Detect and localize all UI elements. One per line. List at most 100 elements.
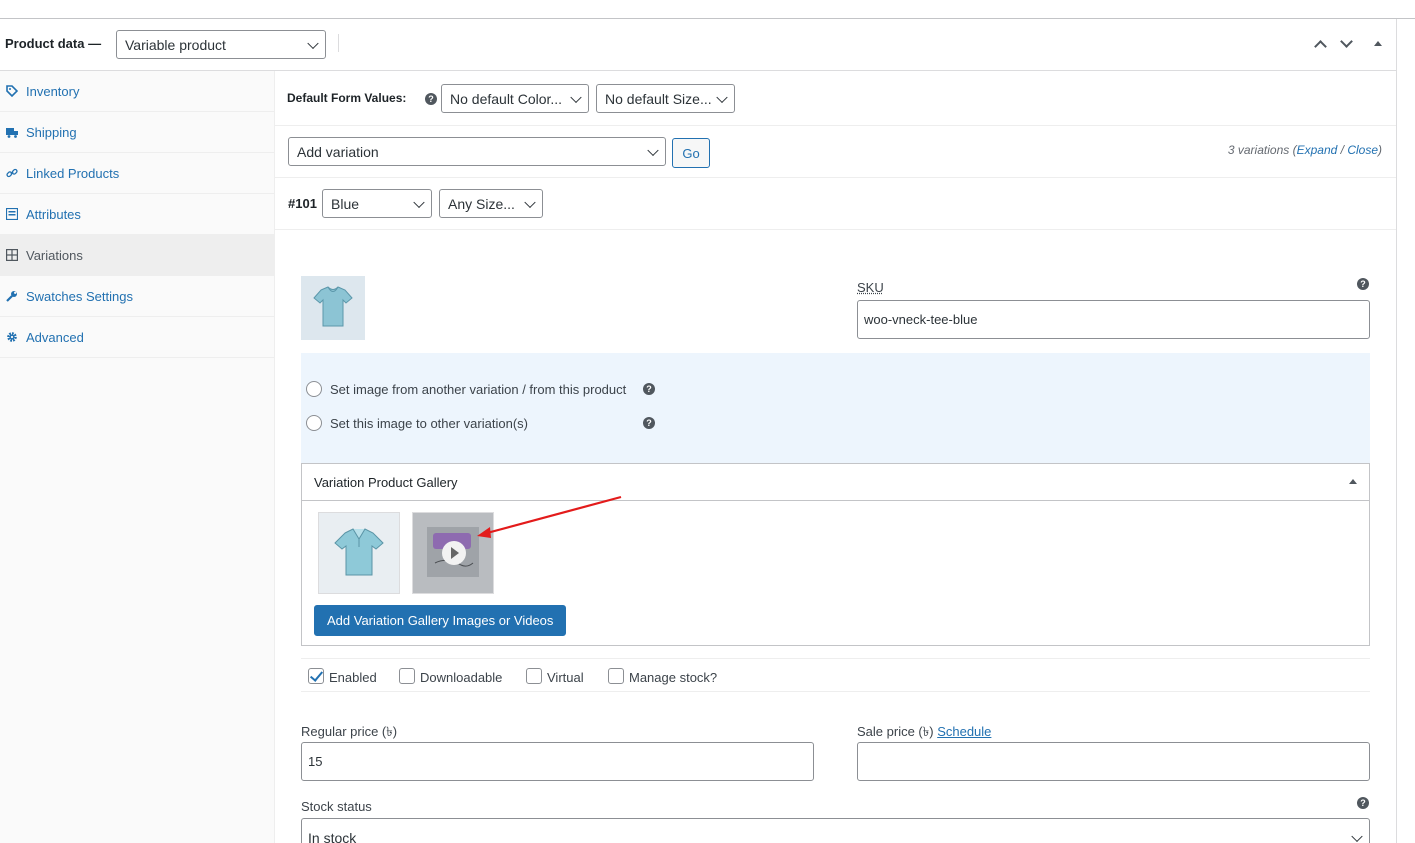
manage-stock-checkbox[interactable] (608, 668, 624, 684)
sale-price-label-wrap: Sale price (৳) Schedule (857, 723, 991, 744)
stock-status-label: Stock status (301, 799, 372, 814)
tab-label: Advanced (26, 329, 84, 345)
gallery-header[interactable]: Variation Product Gallery (302, 464, 1369, 501)
close-link[interactable]: Close (1347, 143, 1378, 157)
grid-icon (6, 249, 19, 262)
set-image-from-variation-label: Set image from another variation / from … (330, 382, 627, 397)
wrench-icon (6, 290, 18, 302)
sale-price-label: Sale price (৳) (857, 724, 934, 739)
gallery-title: Variation Product Gallery (314, 475, 458, 490)
variation-size-value: Any Size... (448, 195, 515, 212)
stock-status-select[interactable]: In stock (301, 818, 1370, 843)
set-image-to-other-radio[interactable] (306, 415, 322, 431)
default-color-select[interactable]: No default Color... (441, 84, 589, 113)
product-type-select[interactable]: Variable product (116, 30, 326, 59)
enabled-checkbox[interactable] (308, 668, 324, 684)
help-icon[interactable]: ? (643, 383, 655, 395)
help-icon[interactable]: ? (643, 417, 655, 429)
sale-price-input[interactable] (857, 742, 1370, 781)
tab-inventory[interactable]: Inventory (0, 71, 274, 112)
variation-action-select[interactable]: Add variation (288, 137, 666, 166)
default-size-select[interactable]: No default Size... (596, 84, 735, 113)
tab-advanced[interactable]: Advanced (0, 317, 274, 358)
regular-price-label: Regular price (৳) (301, 724, 398, 739)
set-image-from-variation-radio[interactable] (306, 381, 322, 397)
variation-gallery: Variation Product Gallery Add Variation … (301, 463, 1370, 646)
virtual-checkbox[interactable] (526, 668, 542, 684)
chevron-down-icon (524, 196, 536, 208)
sku-input[interactable]: woo-vneck-tee-blue (857, 300, 1370, 339)
default-color-value: No default Color... (450, 90, 563, 107)
tab-variations[interactable]: Variations (0, 235, 274, 276)
default-form-values-row: Default Form Values: ? No default Color.… (275, 71, 1396, 126)
variation-image-thumbnail[interactable] (301, 276, 365, 340)
help-icon[interactable]: ? (1357, 797, 1369, 809)
panel-title: Product data — (5, 36, 102, 51)
product-data-tabs: Inventory Shipping Linked Products Attri… (0, 71, 275, 843)
variation-color-select[interactable]: Blue (322, 189, 432, 218)
video-image (427, 527, 479, 577)
help-icon[interactable]: ? (425, 93, 437, 105)
downloadable-label: Downloadable (420, 670, 503, 685)
variation-actions-row: Add variation Go 3 variations (Expand / … (275, 126, 1396, 178)
chevron-down-icon (570, 91, 582, 103)
tab-label: Variations (26, 247, 83, 263)
tab-label: Swatches Settings (26, 288, 133, 304)
help-icon[interactable]: ? (1357, 278, 1369, 290)
tab-swatches-settings[interactable]: Swatches Settings (0, 276, 274, 317)
tab-shipping[interactable]: Shipping (0, 112, 274, 153)
variation-count-text: 3 variations (1227, 143, 1290, 157)
gear-icon (6, 331, 18, 343)
chevron-down-icon (413, 196, 425, 208)
image-options-box: Set image from another variation / from … (301, 353, 1370, 463)
sku-label: SKU (857, 280, 884, 295)
set-image-to-other-label: Set this image to other variation(s) (330, 416, 528, 431)
downloadable-checkbox[interactable] (399, 668, 415, 684)
variations-panel: Default Form Values: ? No default Color.… (275, 71, 1396, 843)
variation-action-value: Add variation (297, 143, 379, 160)
sku-value: woo-vneck-tee-blue (864, 312, 978, 327)
tab-label: Attributes (26, 206, 81, 222)
product-type-value: Variable product (125, 36, 226, 53)
manage-stock-label: Manage stock? (629, 670, 718, 685)
gallery-image-tshirt[interactable] (318, 512, 400, 594)
move-up-icon[interactable] (1313, 37, 1327, 51)
tab-linked-products[interactable]: Linked Products (0, 153, 274, 194)
list-icon (5, 207, 19, 221)
variation-count: 3 variations (Expand / Close) (1227, 143, 1382, 157)
variation-id: #101 (288, 196, 317, 211)
panel-header: Product data — Variable product (0, 19, 1396, 71)
tab-attributes[interactable]: Attributes (0, 194, 274, 235)
collapse-gallery-icon[interactable] (1349, 479, 1357, 484)
default-form-values-label: Default Form Values: (287, 91, 407, 105)
variation-options-row: Enabled Downloadable Virtual Manage stoc… (301, 658, 1370, 692)
collapse-panel-icon[interactable] (1371, 37, 1385, 51)
truck-icon (6, 126, 18, 138)
add-gallery-images-button[interactable]: Add Variation Gallery Images or Videos (314, 605, 567, 636)
tag-icon (6, 85, 19, 98)
tab-label: Linked Products (26, 165, 120, 181)
stock-status-value: In stock (308, 829, 357, 843)
chevron-down-icon (647, 144, 659, 156)
schedule-link[interactable]: Schedule (937, 724, 991, 739)
regular-price-input[interactable]: 15 (301, 742, 814, 781)
gallery-video-thumbnail[interactable] (412, 512, 494, 594)
top-strip (0, 0, 1415, 19)
right-gutter (1396, 19, 1415, 843)
go-button[interactable]: Go (672, 138, 710, 168)
variation-color-value: Blue (331, 195, 360, 212)
tab-label: Shipping (26, 124, 77, 140)
expand-link[interactable]: Expand (1297, 143, 1338, 157)
move-down-icon[interactable] (1339, 37, 1353, 51)
tab-label: Inventory (26, 83, 80, 99)
enabled-label: Enabled (329, 670, 377, 685)
polo-image (334, 528, 384, 576)
link-icon (6, 167, 18, 179)
chevron-down-icon (1351, 830, 1363, 842)
regular-price-value: 15 (308, 754, 323, 769)
header-divider (338, 34, 339, 52)
tshirt-image (313, 286, 353, 327)
variation-size-select[interactable]: Any Size... (439, 189, 543, 218)
chevron-down-icon (716, 91, 728, 103)
virtual-label: Virtual (547, 670, 584, 685)
